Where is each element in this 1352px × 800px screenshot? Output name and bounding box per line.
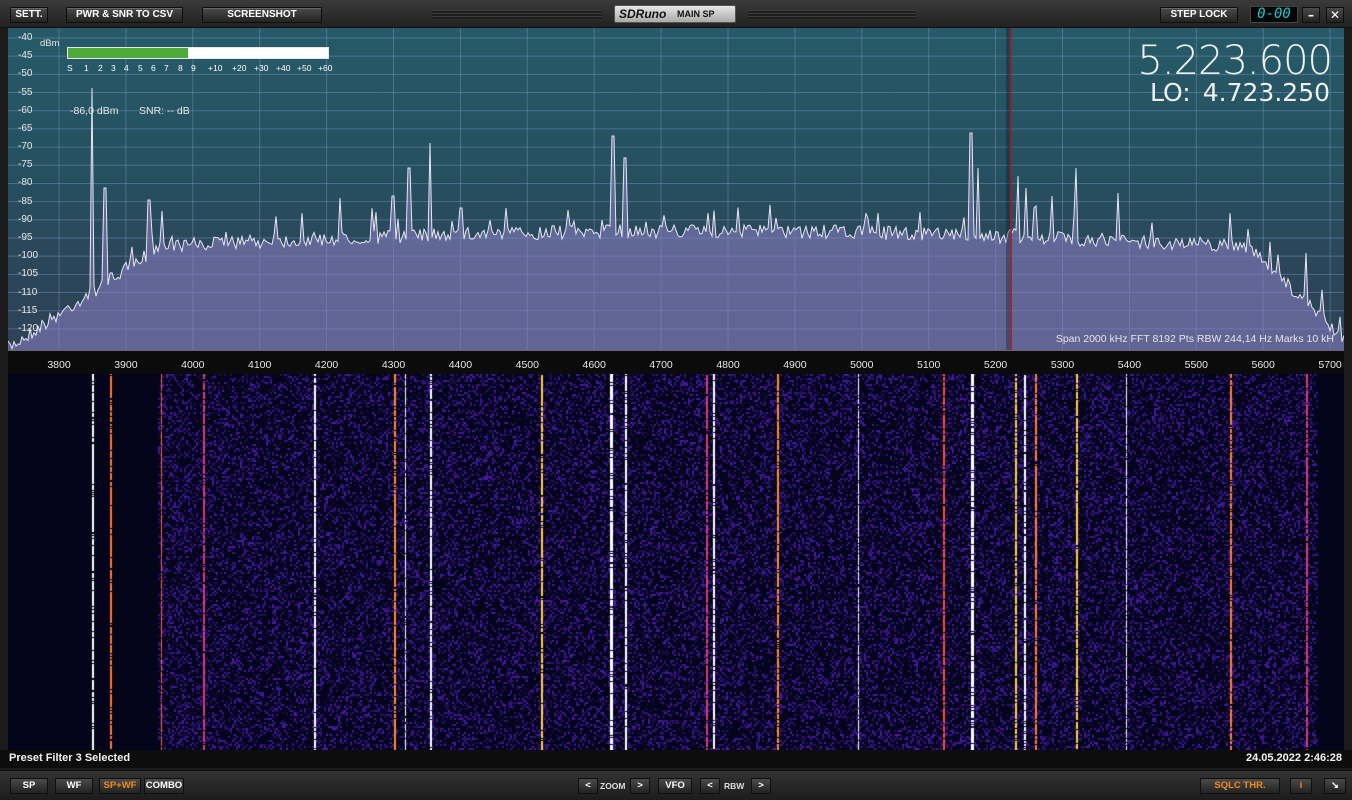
y-tick-label: -65 bbox=[18, 122, 33, 134]
close-icon[interactable]: ✕ bbox=[1326, 7, 1344, 23]
s-meter-tick: +10 bbox=[208, 63, 223, 73]
rbw-label: RBW bbox=[724, 781, 745, 791]
s-meter bbox=[67, 47, 329, 59]
s-meter-tick: +50 bbox=[297, 63, 312, 73]
minimize-icon[interactable]: – bbox=[1302, 7, 1320, 23]
y-tick-label: -70 bbox=[18, 141, 33, 153]
s-meter-tick: 8 bbox=[178, 63, 183, 73]
step-lock-button[interactable]: STEP LOCK bbox=[1160, 7, 1238, 23]
x-tick-label: 3900 bbox=[114, 359, 138, 371]
s-meter-tick: 2 bbox=[98, 63, 103, 73]
y-tick-label: -120 bbox=[18, 322, 39, 334]
s-meter-tick: 5 bbox=[138, 63, 143, 73]
s-meter-tick: +60 bbox=[318, 63, 333, 73]
window-name: MAIN SP bbox=[677, 9, 715, 19]
info-button[interactable]: i bbox=[1290, 778, 1312, 794]
lo-frequency[interactable]: 4.723.250 bbox=[1203, 78, 1330, 107]
x-tick-label: 5600 bbox=[1251, 359, 1275, 371]
sp-mode-button[interactable]: SP bbox=[10, 778, 48, 794]
x-tick-label: 5500 bbox=[1184, 359, 1208, 371]
status-message: Preset Filter 3 Selected bbox=[9, 752, 131, 764]
zoom-out-button[interactable]: < bbox=[578, 778, 598, 794]
x-tick-label: 4000 bbox=[181, 359, 205, 371]
combo-mode-button[interactable]: COMBO bbox=[144, 778, 184, 794]
x-tick-label: 5000 bbox=[850, 359, 874, 371]
s-meter-tick: 7 bbox=[164, 63, 169, 73]
screenshot-button[interactable]: SCREENSHOT bbox=[202, 7, 322, 23]
s-meter-tick: 1 bbox=[84, 63, 89, 73]
y-tick-label: -110 bbox=[18, 286, 38, 298]
title-bar: SETT. PWR & SNR TO CSV SCREENSHOT SDRuno… bbox=[0, 0, 1352, 28]
y-tick-label: -100 bbox=[18, 250, 39, 262]
x-tick-label: 5700 bbox=[1318, 359, 1342, 371]
y-tick-label: -55 bbox=[18, 86, 33, 98]
x-tick-label: 4400 bbox=[448, 359, 473, 371]
zoom-in-button[interactable]: > bbox=[630, 778, 650, 794]
status-datetime: 24.05.2022 2:46:28 bbox=[1245, 752, 1342, 764]
spectrum-fill bbox=[8, 88, 1344, 350]
y-unit-label: dBm bbox=[40, 38, 60, 49]
x-tick-label: 4800 bbox=[716, 359, 740, 371]
s-meter-tick: 9 bbox=[191, 63, 196, 73]
s-meter-tick: 3 bbox=[111, 63, 116, 73]
sqlc-threshold-button[interactable]: SQLC THR. bbox=[1200, 778, 1280, 794]
waterfall-display[interactable] bbox=[8, 374, 1344, 750]
x-tick-label: 4100 bbox=[248, 359, 272, 371]
vfo-button[interactable]: VFO bbox=[658, 778, 692, 794]
x-tick-label: 4600 bbox=[582, 359, 606, 371]
segment-display: 0-00 bbox=[1250, 6, 1298, 23]
resize-icon[interactable]: ↘ bbox=[1324, 778, 1346, 794]
s-meter-tick: +30 bbox=[254, 63, 269, 73]
sdruno-logo: SDRuno bbox=[619, 7, 667, 21]
y-tick-label: -105 bbox=[18, 268, 39, 280]
s-meter-tick: 4 bbox=[124, 63, 129, 73]
x-tick-label: 5400 bbox=[1117, 359, 1142, 371]
drag-grip-right[interactable] bbox=[748, 10, 916, 19]
y-tick-label: -50 bbox=[18, 68, 33, 80]
level-readout: -86,0 dBm bbox=[70, 105, 119, 117]
s-meter-tick: +40 bbox=[276, 63, 291, 73]
pwr-snr-csv-button[interactable]: PWR & SNR TO CSV bbox=[66, 7, 183, 23]
rbw-increase-button[interactable]: > bbox=[751, 778, 771, 794]
frequency-axis[interactable]: 3800 3900 4000 4100 4200 4300 4400 4500 4600 4700… bbox=[8, 350, 1344, 374]
s-meter-tick: +20 bbox=[232, 63, 247, 73]
snr-readout: SNR: -- dB bbox=[139, 105, 190, 117]
bottom-bar: SP WF SP+WF COMBO < ZOOM > VFO < RBW > S… bbox=[0, 770, 1352, 800]
y-tick-label: -115 bbox=[18, 304, 38, 316]
waterfall-canvas[interactable] bbox=[8, 374, 1344, 750]
x-tick-label: 4900 bbox=[783, 359, 807, 371]
zoom-label: ZOOM bbox=[600, 781, 626, 791]
y-tick-label: -95 bbox=[18, 232, 33, 243]
y-tick-label: -90 bbox=[18, 213, 33, 225]
x-tick-label: 3800 bbox=[47, 359, 71, 371]
x-tick-label: 5200 bbox=[983, 359, 1008, 371]
y-tick-label: -85 bbox=[18, 195, 33, 207]
sp-wf-mode-button[interactable]: SP+WF bbox=[99, 778, 141, 794]
y-tick-label: -75 bbox=[18, 159, 33, 171]
y-axis: -40 -45 -50 -55 -60 -65 -70 -75 -80 -85 -90 -95 -100… bbox=[8, 28, 42, 350]
y-tick-label: -80 bbox=[18, 177, 33, 189]
drag-grip-left[interactable] bbox=[432, 10, 602, 19]
span-info: Span 2000 kHz FFT 8192 Pts RBW 244,14 Hz… bbox=[1055, 333, 1334, 345]
s-meter-fill bbox=[68, 48, 188, 58]
x-tick-label: 4500 bbox=[515, 359, 539, 371]
x-tick-label: 4300 bbox=[381, 359, 406, 371]
settings-button[interactable]: SETT. bbox=[10, 7, 48, 23]
s-meter-tick: 6 bbox=[151, 63, 156, 73]
s-meter-tick: S bbox=[67, 63, 73, 73]
y-tick-label: -60 bbox=[18, 104, 33, 116]
y-tick-label: -45 bbox=[18, 50, 33, 62]
x-tick-label: 5100 bbox=[917, 359, 941, 371]
x-tick-label: 4700 bbox=[649, 359, 673, 371]
x-tick-label: 4200 bbox=[314, 359, 339, 371]
brand-badge: SDRuno MAIN SP bbox=[614, 5, 736, 23]
status-bar: Preset Filter 3 Selected 24.05.2022 2:46… bbox=[0, 750, 1352, 768]
x-tick-label: 5300 bbox=[1050, 359, 1075, 371]
wf-mode-button[interactable]: WF bbox=[55, 778, 93, 794]
lo-label: LO: bbox=[1150, 78, 1191, 107]
rbw-decrease-button[interactable]: < bbox=[700, 778, 720, 794]
